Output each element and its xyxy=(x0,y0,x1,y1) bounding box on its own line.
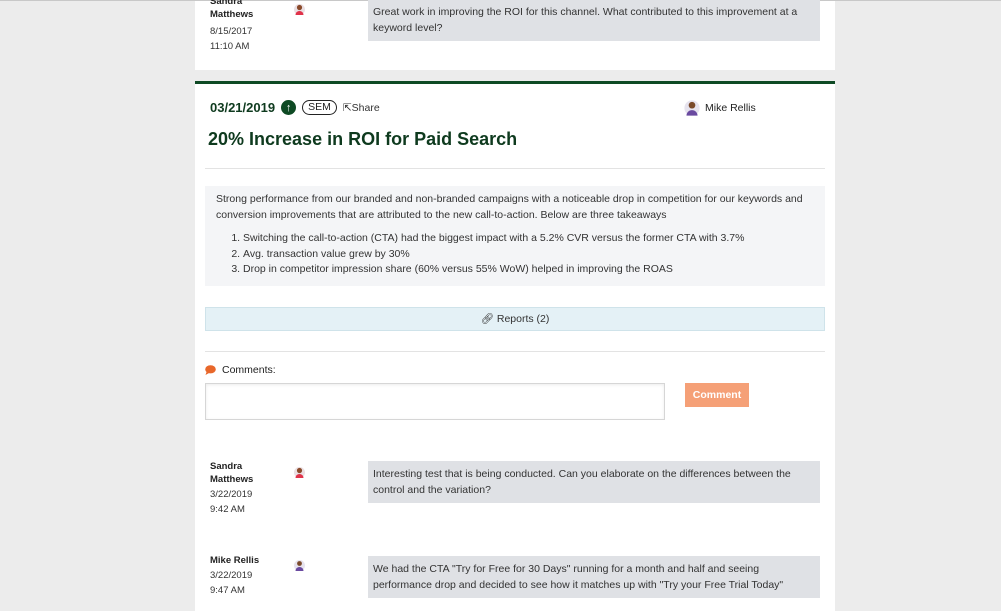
divider xyxy=(205,168,825,169)
comment-time: 11:10 AM xyxy=(210,41,250,52)
comment-author: Sandra Matthews xyxy=(210,0,254,20)
link-icon: 🔗︎ xyxy=(480,313,494,325)
reports-label: Reports (2) xyxy=(496,313,550,325)
takeaways-list: Switching the call-to-action (CTA) had t… xyxy=(243,231,814,278)
male-avatar-icon xyxy=(294,560,305,571)
comment-time: 9:42 AM xyxy=(210,504,245,515)
female-avatar-icon xyxy=(294,467,305,478)
comment-date: 3/22/2019 xyxy=(210,570,253,581)
comments-label: Comments: xyxy=(205,364,276,376)
share-label: Share xyxy=(351,101,380,114)
reports-button[interactable]: 🔗︎ Reports (2) xyxy=(205,307,825,331)
comment-time: 9:47 AM xyxy=(210,585,245,596)
channel-tag[interactable]: SEM xyxy=(302,100,337,115)
divider xyxy=(205,351,825,352)
comment-author: Sandra Matthews xyxy=(210,461,254,485)
share-button[interactable]: ⇱Share xyxy=(343,102,380,114)
comment-text: Great work in improving the ROI for this… xyxy=(368,0,820,41)
arrow-up-icon: ↑ xyxy=(281,100,297,115)
comment-author: Mike Rellis xyxy=(210,555,260,566)
female-avatar-icon xyxy=(294,4,305,15)
comments-label-text: Comments: xyxy=(222,364,276,376)
takeaway-item: Drop in competitor impression share (60%… xyxy=(243,262,814,278)
comment-date: 8/15/2017 xyxy=(210,26,253,37)
comment-text: Interesting test that is being conducted… xyxy=(368,461,820,503)
takeaway-item: Avg. transaction value grew by 30% xyxy=(243,247,814,263)
previous-insight-card: Sandra Matthews 8/15/2017 11:10 AM Great… xyxy=(195,0,835,70)
insight-author: Mike Rellis xyxy=(684,99,756,117)
description-text: Strong performance from our branded and … xyxy=(216,193,803,221)
takeaway-item: Switching the call-to-action (CTA) had t… xyxy=(243,231,814,247)
insight-header: 03/21/2019 ↑ SEM ⇱Share xyxy=(210,100,380,115)
share-icon: ⇱ xyxy=(342,101,352,114)
insight-date: 03/21/2019 xyxy=(210,100,276,115)
insight-card: 03/21/2019 ↑ SEM ⇱Share Mike Rellis 20% … xyxy=(195,81,835,611)
comment-icon xyxy=(205,365,216,375)
insight-title: 20% Increase in ROI for Paid Search xyxy=(208,129,518,149)
comment-button[interactable]: Comment xyxy=(685,383,749,407)
comment-text: We had the CTA "Try for Free for 30 Days… xyxy=(368,556,820,598)
author-name: Mike Rellis xyxy=(705,102,756,114)
comment-input[interactable] xyxy=(205,383,665,420)
insight-description: Strong performance from our branded and … xyxy=(205,186,825,286)
male-avatar-icon xyxy=(684,100,700,116)
comment-date: 3/22/2019 xyxy=(210,489,253,500)
